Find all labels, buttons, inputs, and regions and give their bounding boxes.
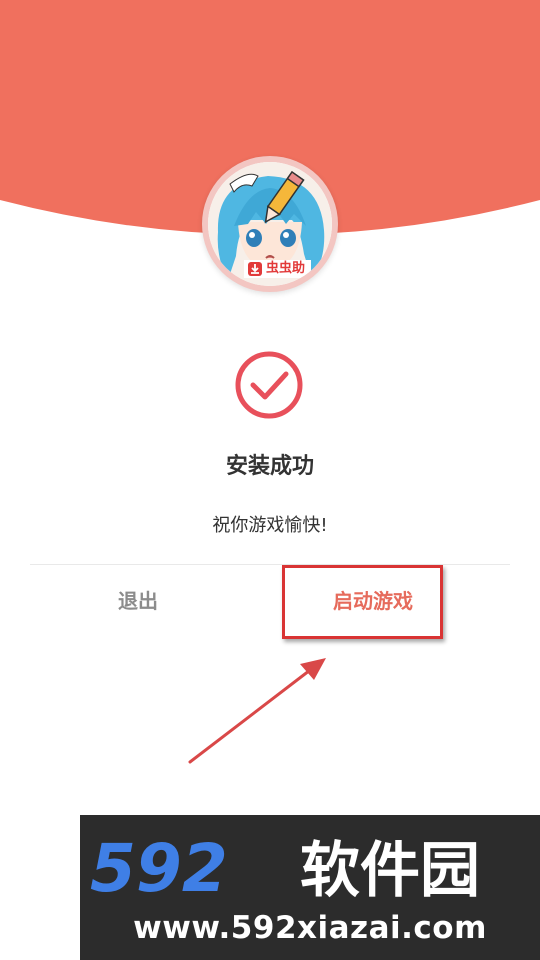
site-watermark: 592 软件园 www.592xiazai.com [80, 815, 540, 960]
watermark-logo: 592 软件园 [90, 833, 480, 903]
watermark-digits: 592 [90, 833, 228, 903]
app-badge: 虫虫助 [244, 260, 312, 278]
result-message: 祝你游戏愉快! [212, 515, 328, 536]
exit-button[interactable]: 退出 [118, 584, 158, 618]
app-badge-label: 虫虫助 [266, 261, 306, 276]
app-icon: 虫虫助 [202, 156, 338, 292]
watermark-brand-text: 软件园 [300, 836, 480, 903]
app-icon-image: 虫虫助 [208, 162, 332, 286]
install-result-screen: 虫虫助 安装成功 祝你游戏愉快! 退出 启动游戏 592 软件园 www.592… [0, 0, 540, 960]
result-title: 安装成功 [225, 454, 314, 479]
annotation-highlight-box [282, 565, 443, 639]
checkmark-circle-icon [235, 351, 303, 419]
watermark-url: www.592xiazai.com [133, 910, 487, 946]
annotation-arrow-icon [188, 658, 326, 764]
download-icon [248, 262, 262, 276]
